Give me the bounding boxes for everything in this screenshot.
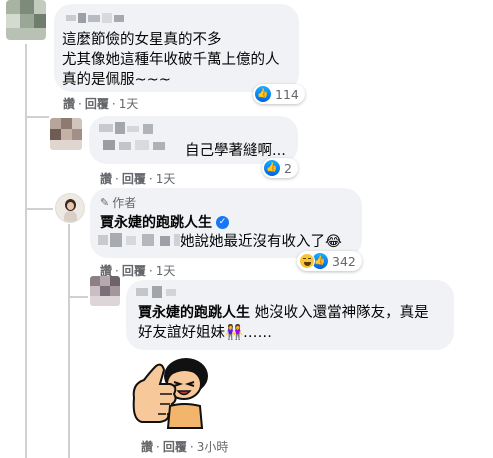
blurred-name — [136, 286, 196, 298]
avatar[interactable] — [6, 0, 46, 40]
reaction-count[interactable]: 👍 342 — [297, 251, 362, 271]
comment-text-line: 真的是佩服~~~ — [62, 72, 171, 88]
like-icon: 👍 — [264, 160, 280, 176]
comment-text-line: 賈永婕的跑跳人生 她沒收入還當神隊友，真是 — [138, 305, 429, 321]
timestamp[interactable]: 3小時 — [197, 440, 229, 454]
verified-icon: ✓ — [216, 215, 229, 229]
thread-connector — [25, 208, 53, 210]
reply-button[interactable]: 回覆 — [122, 264, 146, 278]
timestamp[interactable]: 1天 — [156, 264, 176, 278]
comment-bubble: 這麼節儉的女星真的不多 尤其像她這種年收破千萬上億的人 真的是佩服~~~ — [54, 4, 299, 92]
comment-actions: 讚 · 回覆 · 3小時 — [141, 440, 229, 454]
thumbs-up-sticker[interactable] — [126, 350, 226, 430]
like-icon: 👍 — [255, 86, 271, 102]
blurred-tag — [98, 232, 182, 250]
timestamp[interactable]: 1天 — [156, 172, 176, 186]
comment-bubble: ✎ 作者 賈永婕的跑跳人生 ✓ 她說她最近沒有收入了😂 — [90, 188, 362, 258]
thread-line — [25, 44, 27, 458]
like-button[interactable]: 讚 — [100, 172, 112, 186]
author-badge: ✎ 作者 — [100, 196, 137, 210]
thread-line — [68, 224, 70, 458]
comment-actions: 讚 · 回覆 · 1天 — [100, 172, 176, 186]
comment-text-line: 這麼節儉的女星真的不多 — [62, 32, 222, 48]
author-name-row: 賈永婕的跑跳人生 ✓ — [100, 212, 229, 232]
blurred-name — [66, 13, 126, 23]
comment-text-line: 尤其像她這種年收破千萬上億的人 — [62, 52, 280, 68]
reaction-count[interactable]: 👍 2 — [262, 158, 298, 178]
author-name[interactable]: 賈永婕的跑跳人生 — [100, 212, 212, 232]
like-button[interactable]: 讚 — [63, 97, 75, 111]
blurred-name — [99, 122, 179, 156]
thread-connector — [68, 296, 88, 298]
comment-text: 她說她最近沒有收入了😂 — [180, 234, 342, 250]
reply-button[interactable]: 回覆 — [85, 97, 109, 111]
author-avatar[interactable] — [55, 193, 85, 223]
haha-icon — [299, 253, 315, 269]
avatar[interactable] — [50, 118, 82, 150]
reaction-count[interactable]: 👍 114 — [253, 84, 305, 104]
thread-connector — [25, 116, 49, 118]
comment-bubble: 自己學著縫啊... — [89, 116, 298, 164]
avatar[interactable] — [90, 276, 120, 306]
like-button[interactable]: 讚 — [141, 440, 153, 454]
author-tag-link[interactable]: 賈永婕的跑跳人生 — [138, 305, 250, 321]
reply-button[interactable]: 回覆 — [163, 440, 187, 454]
reply-button[interactable]: 回覆 — [122, 172, 146, 186]
comment-text-line: 好友誼好姐妹👭…… — [138, 325, 273, 341]
comment-bubble: 賈永婕的跑跳人生 她沒收入還當神隊友，真是 好友誼好姐妹👭…… — [126, 280, 454, 350]
timestamp[interactable]: 1天 — [119, 97, 139, 111]
pencil-icon: ✎ — [100, 196, 110, 209]
comment-actions: 讚 · 回覆 · 1天 — [63, 97, 139, 111]
